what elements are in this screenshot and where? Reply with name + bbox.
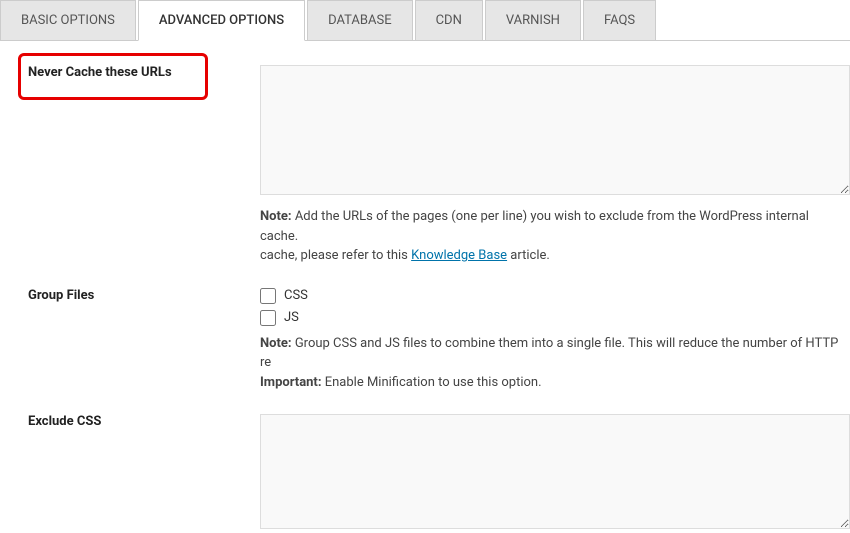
important-label: Important: [260,375,322,390]
never-cache-note: Note: Add the URLs of the pages (one per… [260,207,850,266]
js-checkbox-label[interactable]: JS [284,310,299,325]
exclude-css-label: Exclude CSS [0,414,260,429]
never-cache-label: Never Cache these URLs [0,65,260,80]
css-checkbox-row: CSS [260,288,850,304]
tab-faqs[interactable]: FAQs [583,0,656,40]
group-files-row: Group Files CSS JS Note: Group CSS and J… [0,266,850,393]
note-text2-post: article. [507,248,550,263]
group-files-input-wrap: CSS JS Note: Group CSS and JS files to c… [260,288,850,393]
exclude-css-row: Exclude CSS [0,392,850,533]
note-label: Note: [260,336,292,351]
tab-varnish[interactable]: VARNISH [485,0,581,40]
css-checkbox[interactable] [260,288,276,304]
tab-advanced-options[interactable]: ADVANCED OPTIONS [138,0,305,41]
knowledge-base-link[interactable]: Knowledge Base [411,248,507,263]
note-text: Add the URLs of the pages (one per line)… [260,209,809,244]
important-text: Enable Minification to use this option. [322,375,542,390]
group-files-note: Note: Group CSS and JS files to combine … [260,334,850,393]
group-files-label: Group Files [0,288,260,303]
content-area: Never Cache these URLs Note: Add the URL… [0,41,850,533]
css-checkbox-label[interactable]: CSS [284,288,308,303]
never-cache-row: Never Cache these URLs Note: Add the URL… [0,41,850,266]
exclude-css-input-wrap [260,414,850,533]
tab-bar: BASIC OPTIONS ADVANCED OPTIONS DATABASE … [0,0,850,41]
note-label: Note: [260,209,292,224]
never-cache-input-wrap: Note: Add the URLs of the pages (one per… [260,65,850,266]
js-checkbox-row: JS [260,310,850,326]
tab-database[interactable]: DATABASE [307,0,412,40]
tab-basic-options[interactable]: BASIC OPTIONS [0,0,136,40]
js-checkbox[interactable] [260,310,276,326]
never-cache-textarea[interactable] [260,65,850,195]
tab-cdn[interactable]: CDN [415,0,483,40]
exclude-css-textarea[interactable] [260,414,850,529]
note-text: Group CSS and JS files to combine them i… [260,336,838,371]
note-text2-pre: cache, please refer to this [260,248,411,263]
